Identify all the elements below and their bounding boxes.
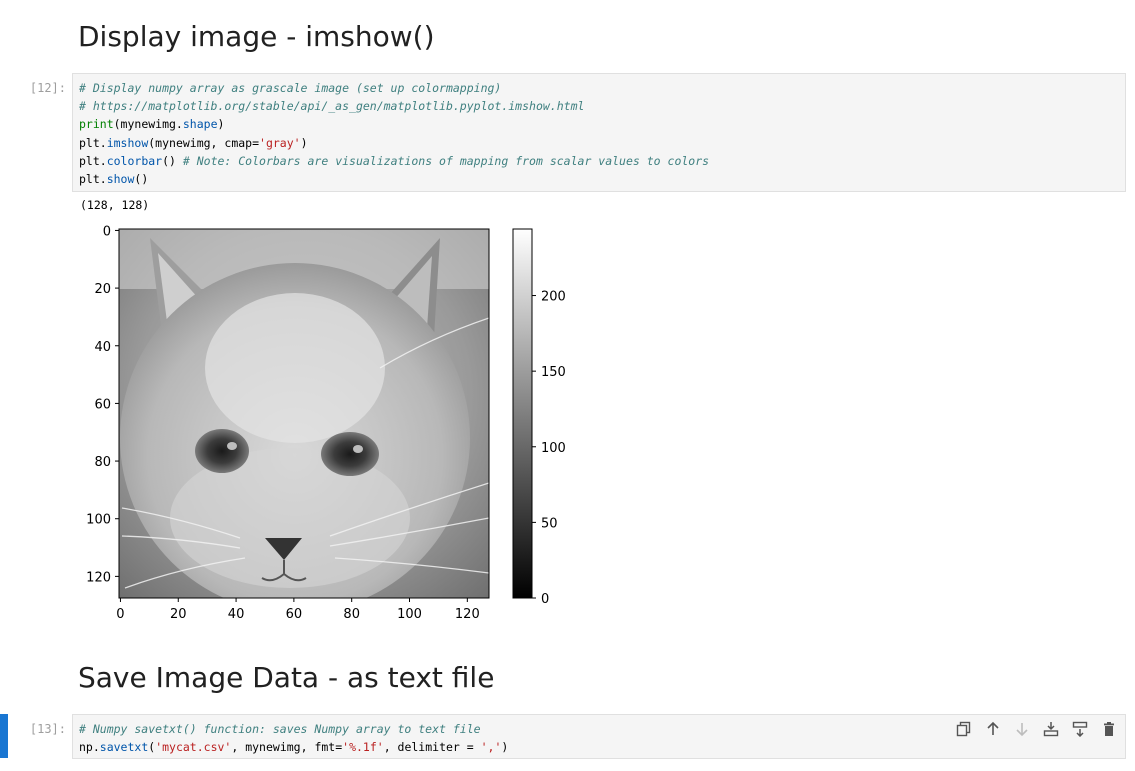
cat-image — [119, 229, 489, 598]
x-axis: 0 20 40 60 80 100 120 — [116, 598, 480, 622]
code-token: , delimiter = — [383, 740, 481, 755]
code-token: 'mycat.csv' — [155, 740, 232, 755]
colorbar-axis: 0 50 100 150 200 — [532, 290, 566, 607]
x-tick-label: 120 — [455, 607, 480, 622]
duplicate-icon[interactable] — [955, 720, 973, 738]
code-token: ) — [501, 740, 509, 755]
colorbar-tick-label: 150 — [541, 365, 566, 380]
y-tick-label: 20 — [94, 282, 111, 297]
code-token: savetxt — [99, 740, 149, 755]
delete-icon[interactable] — [1100, 720, 1118, 738]
y-tick-label: 120 — [86, 570, 111, 585]
code-token: print — [79, 117, 114, 132]
x-tick-label: 20 — [170, 607, 187, 622]
colorbar-tick-label: 200 — [541, 290, 566, 305]
y-tick-label: 40 — [94, 340, 111, 355]
x-tick-label: 80 — [343, 607, 360, 622]
code-token: colorbar — [106, 153, 163, 168]
cell-12-input[interactable]: # Display numpy array as grascale image … — [72, 73, 1126, 192]
code-line: plt.imshow(mynewimg, cmap='gray') — [79, 134, 1119, 152]
code-line: print(mynewimg.shape) — [79, 115, 1119, 133]
code-line: plt.show() — [79, 170, 1119, 188]
code-token: , mynewimg, fmt= — [231, 740, 343, 755]
code-token: ) — [217, 117, 225, 132]
code-token: () — [134, 172, 149, 187]
code-token: (mynewimg. — [113, 117, 183, 132]
heading-display-image: Display image - imshow() — [78, 20, 435, 53]
cell-13-prompt: [13]: — [29, 722, 66, 736]
cell-toolbar — [955, 718, 1118, 740]
code-line: plt.colorbar() # Note: Colorbars are vis… — [79, 152, 1119, 170]
code-line: np.savetxt('mycat.csv', mynewimg, fmt='%… — [79, 738, 1119, 756]
code-token: ) — [300, 135, 308, 150]
y-tick-label: 0 — [103, 224, 111, 239]
code-token: plt. — [79, 135, 107, 150]
code-token: imshow — [106, 135, 149, 150]
move-down-icon[interactable] — [1013, 720, 1031, 738]
code-token: # Numpy savetxt() function: saves Numpy … — [79, 722, 481, 736]
code-token: '%.1f' — [342, 740, 384, 755]
y-tick-label: 100 — [86, 513, 111, 528]
x-tick-label: 60 — [286, 607, 303, 622]
code-token: (mynewimg, cmap= — [148, 135, 260, 150]
insert-above-icon[interactable] — [1042, 720, 1060, 738]
x-tick-label: 40 — [228, 607, 245, 622]
code-token: 'gray' — [259, 135, 301, 150]
y-tick-label: 60 — [94, 397, 111, 412]
code-token: () — [162, 153, 183, 168]
cell-12-code[interactable]: # Display numpy array as grascale image … — [73, 74, 1125, 193]
x-tick-label: 100 — [397, 607, 422, 622]
code-token: # https://matplotlib.org/stable/api/_as_… — [79, 99, 585, 114]
code-token: np. — [79, 740, 100, 755]
code-token: plt. — [79, 172, 107, 187]
move-up-icon[interactable] — [984, 720, 1002, 738]
colorbar-tick-label: 100 — [541, 441, 566, 456]
y-axis: 0 20 40 60 80 100 120 — [86, 224, 119, 585]
code-token: # Note: Colorbars are visualizations of … — [182, 153, 710, 168]
colorbar — [512, 228, 533, 599]
cell-12-figure: 0 20 40 60 80 100 120 0 20 40 60 80 100 120 0 50 100 15… — [86, 224, 566, 622]
heading-save-image-data: Save Image Data - as text file — [78, 661, 495, 694]
x-tick-label: 0 — [116, 607, 124, 622]
colorbar-tick-label: 50 — [541, 516, 558, 531]
code-line: # https://matplotlib.org/stable/api/_as_… — [79, 97, 1119, 115]
code-token: shape — [182, 117, 218, 132]
active-cell-indicator — [0, 714, 8, 758]
code-line: # Display numpy array as grascale image … — [79, 79, 1119, 97]
y-tick-label: 80 — [94, 455, 111, 470]
cell-12-output-text: (128, 128) — [80, 198, 150, 212]
code-token: plt. — [79, 153, 107, 168]
insert-below-icon[interactable] — [1071, 720, 1089, 738]
code-token: ',' — [480, 740, 502, 755]
code-token: # Display numpy array as grascale image … — [79, 81, 502, 95]
colorbar-tick-label: 0 — [541, 592, 549, 607]
code-token: show — [106, 172, 135, 187]
cell-12-prompt: [12]: — [29, 81, 66, 95]
